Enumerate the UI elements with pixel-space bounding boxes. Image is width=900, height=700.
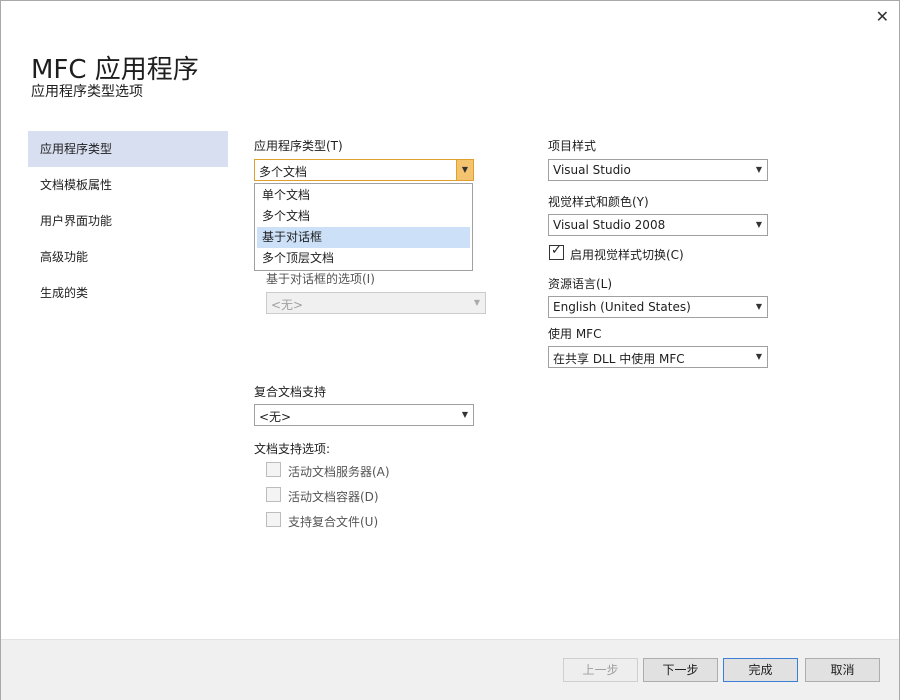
close-icon[interactable]: ✕ [876,7,889,26]
resource-language-label: 资源语言(L) [548,277,613,291]
active-doc-container-label: 活动文档容器(D) [288,490,379,504]
visual-style-select[interactable]: Visual Studio 2008 ▼ [548,214,768,236]
active-doc-server-checkbox[interactable] [266,462,281,477]
wizard-nav: 应用程序类型 文档模板属性 用户界面功能 高级功能 生成的类 [28,131,228,311]
active-doc-container-checkbox[interactable] [266,487,281,502]
app-type-dropdown-list: 单个文档 多个文档 基于对话框 多个顶层文档 [254,183,473,271]
dropdown-option-multi-doc[interactable]: 多个文档 [257,206,470,227]
nav-item-doc-template[interactable]: 文档模板属性 [28,167,228,203]
button-bar: 上一步 下一步 完成 取消 [1,639,899,700]
project-style-select[interactable]: Visual Studio ▼ [548,159,768,181]
dialog-options-select[interactable]: <无> ▼ [266,292,486,314]
active-doc-server-label: 活动文档服务器(A) [288,465,390,479]
app-type-label: 应用程序类型(T) [254,139,343,153]
cancel-button[interactable]: 取消 [805,658,880,682]
finish-button[interactable]: 完成 [723,658,798,682]
use-mfc-select[interactable]: 在共享 DLL 中使用 MFC ▼ [548,346,768,368]
dropdown-option-multi-toplevel[interactable]: 多个顶层文档 [257,248,470,269]
visual-style-value: Visual Studio 2008 [553,218,666,232]
dropdown-option-single-doc[interactable]: 单个文档 [257,185,470,206]
use-mfc-label: 使用 MFC [548,327,602,341]
chevron-down-icon[interactable]: ▼ [456,160,473,180]
project-style-value: Visual Studio [553,163,631,177]
next-button[interactable]: 下一步 [643,658,718,682]
enable-visual-switch-checkbox[interactable] [549,243,564,260]
chevron-down-icon[interactable]: ▼ [457,405,473,425]
doc-support-label: 文档支持选项: [254,442,331,456]
mfc-wizard-dialog: ✕ MFC 应用程序 应用程序类型选项 应用程序类型 文档模板属性 用户界面功能… [0,0,900,700]
enable-visual-switch-label: 启用视觉样式切换(C) [570,248,684,262]
dropdown-option-dialog-based[interactable]: 基于对话框 [257,227,470,248]
resource-language-select[interactable]: English (United States) ▼ [548,296,768,318]
app-type-value: 多个文档 [259,165,308,179]
chevron-down-icon: ▼ [473,298,481,307]
visual-style-label: 视觉样式和颜色(Y) [548,195,649,209]
chevron-down-icon[interactable]: ▼ [751,297,767,317]
chevron-down-icon[interactable]: ▼ [751,215,767,235]
prev-button[interactable]: 上一步 [563,658,638,682]
compound-doc-label: 复合文档支持 [254,385,327,399]
nav-item-app-type[interactable]: 应用程序类型 [28,131,228,167]
page-subtitle: 应用程序类型选项 [31,84,143,100]
nav-item-generated-classes[interactable]: 生成的类 [28,275,228,311]
nav-item-ui-features[interactable]: 用户界面功能 [28,203,228,239]
compound-doc-value: <无> [259,410,292,424]
use-mfc-value: 在共享 DLL 中使用 MFC [553,352,685,366]
compound-file-label: 支持复合文件(U) [288,515,379,529]
app-type-select[interactable]: 多个文档 ▼ [254,159,474,181]
chevron-down-icon[interactable]: ▼ [751,347,767,367]
compound-doc-select[interactable]: <无> ▼ [254,404,474,426]
dialog-options-value: <无> [271,298,304,312]
project-style-label: 项目样式 [548,139,597,153]
compound-file-checkbox[interactable] [266,512,281,527]
nav-item-advanced[interactable]: 高级功能 [28,239,228,275]
resource-language-value: English (United States) [553,300,691,314]
dialog-options-label: 基于对话框的选项(I) [266,272,375,286]
chevron-down-icon[interactable]: ▼ [751,160,767,180]
